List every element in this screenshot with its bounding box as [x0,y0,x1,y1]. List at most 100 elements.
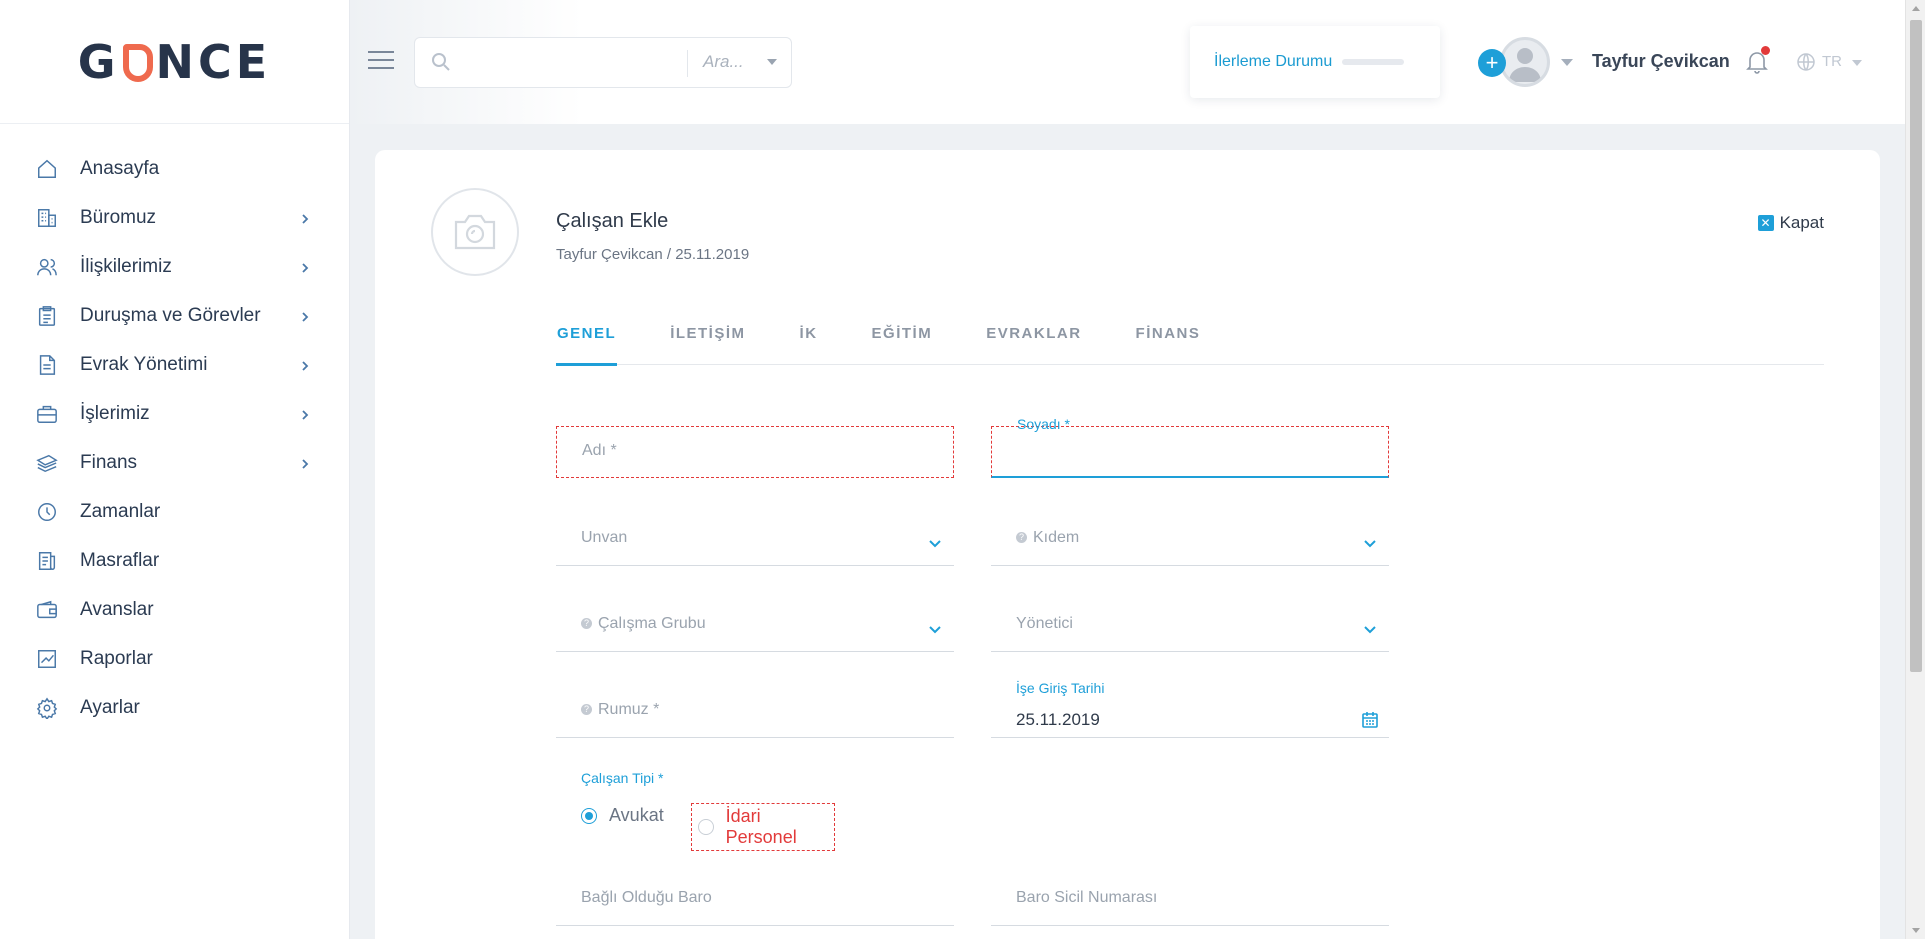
clipboard-icon [36,305,58,327]
tab-finans[interactable]: FİNANS [1135,325,1202,365]
first-name-label: Adı * [582,442,617,459]
chevron-right-icon [299,261,311,273]
close-button[interactable]: ✕ Kapat [1757,213,1824,233]
user-menu-caret-icon[interactable] [1561,59,1573,66]
caret-down-icon[interactable] [767,59,777,65]
sidebar-item-label: Zamanlar [80,500,161,522]
chevron-right-icon [299,359,311,371]
sidebar-item-anasayfa[interactable]: Anasayfa [0,144,349,193]
seniority-label-wrap: ? Kıdem [1016,529,1079,547]
money-icon [36,452,58,474]
scrollbar-thumb[interactable] [1910,20,1922,672]
sidebar-item-label: Ayarlar [80,696,140,718]
photo-upload-button[interactable] [431,188,519,276]
calendar-icon[interactable] [1361,711,1379,729]
seniority-select[interactable]: ? Kıdem [991,514,1389,566]
sidebar-item-durusma[interactable]: Duruşma ve Görevler [0,291,349,340]
globe-icon [1796,52,1816,72]
bar-registry-number-label: Baro Sicil Numarası [1016,889,1158,906]
radio-avukat[interactable]: Avukat [581,805,664,826]
sidebar-item-islerimiz[interactable]: İşlerimiz [0,389,349,438]
progress-card[interactable]: İlerleme Durumu [1190,26,1440,98]
bar-association-field[interactable]: Bağlı Olduğu Baro [556,874,954,926]
search-icon [431,52,451,72]
tab-evraklar[interactable]: EVRAKLAR [985,325,1082,365]
sidebar-item-label: İlişkilerimiz [80,255,172,277]
logo-text: G NCE [78,35,271,89]
start-date-field[interactable]: İşe Giriş Tarihi 25.11.2019 [991,680,1389,738]
last-name-field[interactable]: Soyadı * [991,416,1389,478]
tab-ik[interactable]: İK [799,325,819,365]
tab-egitim[interactable]: EĞİTİM [871,325,934,365]
sidebar-item-avanslar[interactable]: Avanslar [0,585,349,634]
radio-dot [581,807,597,824]
sidebar: G NCE Anasayfa Büromuz İlişkilerimiz Duru… [0,0,350,939]
menu-toggle-button[interactable] [368,51,394,71]
tab-genel[interactable]: GENEL [556,325,618,366]
bar-association-label: Bağlı Olduğu Baro [581,889,712,906]
gear-icon [36,697,58,719]
search-scope-select[interactable]: Ara... [703,52,744,72]
logo-text-start: G [77,34,120,89]
sidebar-menu: Anasayfa Büromuz İlişkilerimiz Duruşma v… [0,124,349,732]
help-icon[interactable]: ? [581,618,592,629]
chevron-down-icon [1363,536,1377,548]
avatar[interactable] [1500,37,1550,87]
employee-type-label: Çalışan Tipi * [581,770,664,786]
work-group-label: Çalışma Grubu [598,615,706,632]
scroll-up-arrow-icon[interactable] [1912,6,1920,11]
chevron-down-icon [928,536,942,548]
radio-idari-personel[interactable]: İdari Personel [691,803,835,851]
user-name[interactable]: Tayfur Çevikcan [1592,51,1730,72]
logo-text-end: NCE [155,34,272,89]
sidebar-item-ayarlar[interactable]: Ayarlar [0,683,349,732]
camera-icon [454,214,496,250]
search-box: Ara... [414,37,792,88]
sidebar-item-label: Büromuz [80,206,157,228]
notification-badge [1761,46,1770,55]
nickname-label-wrap: ? Rumuz * [581,701,659,719]
start-date-value: 25.11.2019 [1016,710,1100,729]
sidebar-item-finans[interactable]: Finans [0,438,349,487]
topbar: Ara... İlerleme Durumu + Tayfur Çevikcan… [350,0,1905,124]
caret-down-icon[interactable] [1852,60,1862,66]
sidebar-item-label: Duruşma ve Görevler [80,304,261,326]
scroll-down-arrow-icon[interactable] [1912,928,1920,933]
document-icon [36,354,58,376]
receipt-icon [36,550,58,572]
logo[interactable]: G NCE [0,0,349,124]
sidebar-item-evrak[interactable]: Evrak Yönetimi [0,340,349,389]
manager-select[interactable]: Yönetici [991,600,1389,652]
sidebar-item-label: Finans [80,451,138,473]
work-group-select[interactable]: ? Çalışma Grubu [556,600,954,652]
first-name-field[interactable]: Adı * [556,426,954,478]
chart-icon [36,648,58,670]
search-input[interactable] [463,48,683,78]
chevron-down-icon [928,622,942,634]
wallet-icon [36,599,58,621]
sidebar-item-zamanlar[interactable]: Zamanlar [0,487,349,536]
chevron-down-icon [1363,622,1377,634]
sidebar-item-buromuz[interactable]: Büromuz [0,193,349,242]
nickname-label: Rumuz * [598,701,660,718]
scrollbar[interactable] [1905,0,1925,939]
language-select[interactable]: TR [1822,53,1842,70]
bar-registry-number-field[interactable]: Baro Sicil Numarası [991,874,1389,926]
tab-iletisim[interactable]: İLETİŞİM [669,325,746,365]
seniority-label: Kıdem [1033,529,1080,546]
quick-add-button[interactable]: + [1478,49,1506,77]
sidebar-item-iliskilerimiz[interactable]: İlişkilerimiz [0,242,349,291]
nickname-field[interactable]: ? Rumuz * [556,686,954,738]
sidebar-item-raporlar[interactable]: Raporlar [0,634,349,683]
close-icon: ✕ [1757,215,1774,231]
chevron-right-icon [299,408,311,420]
sidebar-item-masraflar[interactable]: Masraflar [0,536,349,585]
chevron-right-icon [299,212,311,224]
help-icon[interactable]: ? [581,704,592,715]
last-name-label: Soyadı * [1017,416,1070,432]
help-icon[interactable]: ? [1016,532,1027,543]
sidebar-item-label: Avanslar [80,598,154,620]
sidebar-item-label: İşlerimiz [80,402,150,424]
title-select[interactable]: Unvan [556,514,954,566]
sidebar-item-label: Raporlar [80,647,153,669]
